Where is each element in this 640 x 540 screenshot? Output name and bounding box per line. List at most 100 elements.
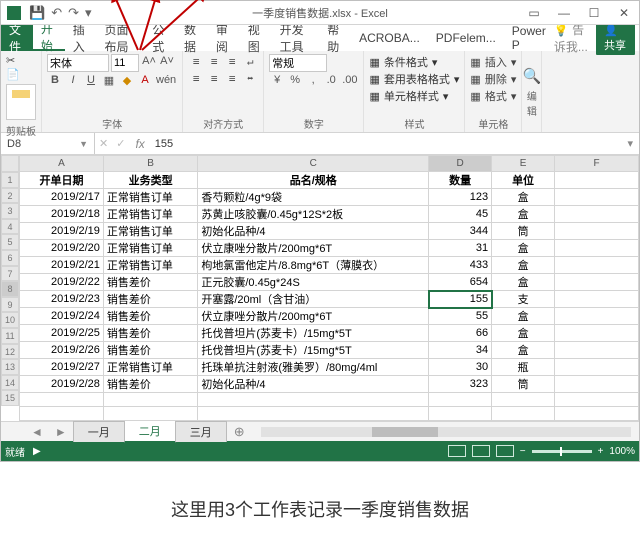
view-layout-icon[interactable] [472, 445, 490, 457]
ribbon-options-icon[interactable]: ▭ [519, 6, 549, 20]
paste-button[interactable] [6, 84, 36, 120]
prev-sheet-icon[interactable]: ◄ [25, 425, 49, 439]
row-headers[interactable]: 123456789101112131415 [1, 155, 19, 406]
number-format[interactable] [269, 54, 327, 72]
table-format-button[interactable]: ▦ 套用表格格式 ▾ [369, 71, 459, 87]
align-top-icon[interactable]: ≡ [188, 54, 204, 70]
tab-layout[interactable]: 页面布局 [97, 25, 145, 51]
font-color-button[interactable]: A [137, 73, 153, 89]
table-row[interactable]: 2019/2/27正常销售订单托珠单抗注射液(雅美罗）/80mg/4ml30瓶 [20, 359, 639, 376]
format-cells-button[interactable]: ▦ 格式 ▾ [470, 88, 516, 104]
italic-button[interactable]: I [65, 73, 81, 89]
sheet-tab-jan[interactable]: 一月 [73, 421, 125, 442]
tab-home[interactable]: 开始 [33, 25, 65, 51]
qat-dropdown-icon[interactable]: ▾ [85, 5, 92, 21]
table-row[interactable]: 2019/2/26销售差价托伐普坦片(苏麦卡）/15mg*5T34盒 [20, 342, 639, 359]
zoom-slider[interactable] [532, 450, 592, 453]
inc-decimal-icon[interactable]: .0 [323, 73, 339, 89]
align-center-icon[interactable]: ≡ [206, 71, 222, 87]
tell-me[interactable]: 💡 告诉我... [554, 21, 592, 55]
comma-button[interactable]: , [305, 73, 321, 89]
table-row[interactable]: 2019/2/25销售差价托伐普坦片(苏麦卡）/15mg*5T66盒 [20, 325, 639, 342]
view-break-icon[interactable] [496, 445, 514, 457]
align-bot-icon[interactable]: ≡ [224, 54, 240, 70]
group-number: ¥ % , .0 .00 数字 [264, 51, 364, 132]
align-mid-icon[interactable]: ≡ [206, 54, 222, 70]
percent-button[interactable]: % [287, 73, 303, 89]
copy-icon[interactable]: 📄 [6, 68, 20, 81]
tab-dev[interactable]: 开发工具 [272, 25, 320, 51]
new-sheet-button[interactable]: ⊕ [226, 424, 253, 440]
group-alignment: ≡ ≡ ≡ ↵ ≡ ≡ ≡ ⬌ 对齐方式 [183, 51, 264, 132]
phonetic-button[interactable]: wén [155, 73, 177, 89]
maximize-button[interactable]: ☐ [579, 6, 609, 20]
annotation-text: 这里用3个工作表记录一季度销售数据 [0, 496, 640, 522]
wrap-text-button[interactable]: ↵ [242, 54, 258, 70]
table-row[interactable]: 2019/2/28销售差价初始化品种/4323筒 [20, 376, 639, 393]
table-row[interactable]: 2019/2/21正常销售订单枸地氯雷他定片/8.8mg*6T（薄膜衣）433盒 [20, 257, 639, 274]
chevron-down-icon[interactable]: ▼ [79, 139, 88, 149]
name-box[interactable]: D8▼ [1, 133, 95, 154]
column-headers[interactable]: ABCDEF [20, 156, 639, 172]
dec-decimal-icon[interactable]: .00 [341, 73, 358, 89]
tab-data[interactable]: 数据 [176, 25, 208, 51]
tab-file[interactable]: 文件 [1, 25, 33, 51]
group-styles: ▦ 条件格式 ▾ ▦ 套用表格格式 ▾ ▦ 单元格样式 ▾ 样式 [364, 51, 465, 132]
insert-cells-button[interactable]: ▦ 插入 ▾ [470, 54, 516, 70]
macro-record-icon[interactable]: ▶ [33, 446, 41, 457]
tab-acrobat[interactable]: ACROBA... [351, 25, 428, 51]
table-row[interactable]: 2019/2/20正常销售订单伏立康唑分散片/200mg*6T31盒 [20, 240, 639, 257]
enter-formula-icon[interactable]: ✓ [112, 137, 129, 150]
group-editing: 🔍 编辑 [522, 51, 542, 132]
save-icon[interactable]: 💾 [29, 5, 45, 21]
tab-review[interactable]: 审阅 [208, 25, 240, 51]
align-right-icon[interactable]: ≡ [224, 71, 240, 87]
font-size[interactable] [111, 54, 139, 72]
undo-icon[interactable]: ↶ [51, 5, 62, 21]
worksheet-grid[interactable]: 123456789101112131415 ABCDEF 开单日期业务类型品名/… [1, 155, 639, 421]
grow-font-icon[interactable]: A˄ [141, 54, 157, 70]
close-button[interactable]: ✕ [609, 6, 639, 20]
sheet-tab-feb[interactable]: 二月 [124, 420, 176, 443]
tab-pdfelem[interactable]: PDFelem... [428, 25, 504, 51]
cut-icon[interactable]: ✂ [6, 54, 15, 67]
tab-powerp[interactable]: Power P [504, 25, 554, 51]
cancel-formula-icon[interactable]: ✕ [95, 137, 112, 150]
zoom-value[interactable]: 100% [609, 446, 635, 457]
formula-input[interactable] [151, 135, 622, 153]
currency-button[interactable]: ¥ [269, 73, 285, 89]
redo-icon[interactable]: ↷ [68, 5, 79, 21]
merge-button[interactable]: ⬌ [242, 71, 258, 87]
find-icon[interactable]: 🔍 [523, 67, 542, 85]
bold-button[interactable]: B [47, 73, 63, 89]
sheet-tab-mar[interactable]: 三月 [175, 421, 227, 442]
align-left-icon[interactable]: ≡ [188, 71, 204, 87]
delete-cells-button[interactable]: ▦ 删除 ▾ [470, 71, 516, 87]
font-name[interactable] [47, 54, 109, 72]
shrink-font-icon[interactable]: A˅ [159, 54, 175, 70]
tab-view[interactable]: 视图 [240, 25, 272, 51]
conditional-format-button[interactable]: ▦ 条件格式 ▾ [369, 54, 459, 70]
fx-icon[interactable]: fx [129, 137, 150, 151]
minimize-button[interactable]: — [549, 6, 579, 20]
cell-style-button[interactable]: ▦ 单元格样式 ▾ [369, 88, 459, 104]
zoom-out-button[interactable]: − [520, 446, 526, 457]
view-normal-icon[interactable] [448, 445, 466, 457]
expand-formula-icon[interactable]: ▾ [621, 137, 639, 150]
next-sheet-icon[interactable]: ► [49, 425, 73, 439]
share-button[interactable]: 👤 共享 [596, 22, 635, 55]
tab-insert[interactable]: 插入 [65, 25, 97, 51]
table-row[interactable]: 2019/2/23销售差价开塞露/20ml（含甘油）155支 [20, 291, 639, 308]
table-row[interactable]: 2019/2/19正常销售订单初始化品种/4344筒 [20, 223, 639, 240]
horizontal-scrollbar[interactable] [261, 427, 631, 437]
fill-color-button[interactable]: ◆ [119, 73, 135, 89]
tab-help[interactable]: 帮助 [319, 25, 351, 51]
border-button[interactable]: ▦ [101, 73, 117, 89]
tab-formula[interactable]: 公式 [144, 25, 176, 51]
zoom-in-button[interactable]: + [598, 446, 604, 457]
table-row[interactable]: 2019/2/22销售差价正元胶囊/0.45g*24S654盒 [20, 274, 639, 291]
table-row[interactable]: 2019/2/18正常销售订单苏黄止咳胶囊/0.45g*12S*2板45盒 [20, 206, 639, 223]
table-row[interactable]: 2019/2/24销售差价伏立康唑分散片/200mg*6T55盒 [20, 308, 639, 325]
table-row[interactable]: 2019/2/17正常销售订单香芍颗粒/4g*9袋123盒 [20, 189, 639, 206]
underline-button[interactable]: U [83, 73, 99, 89]
